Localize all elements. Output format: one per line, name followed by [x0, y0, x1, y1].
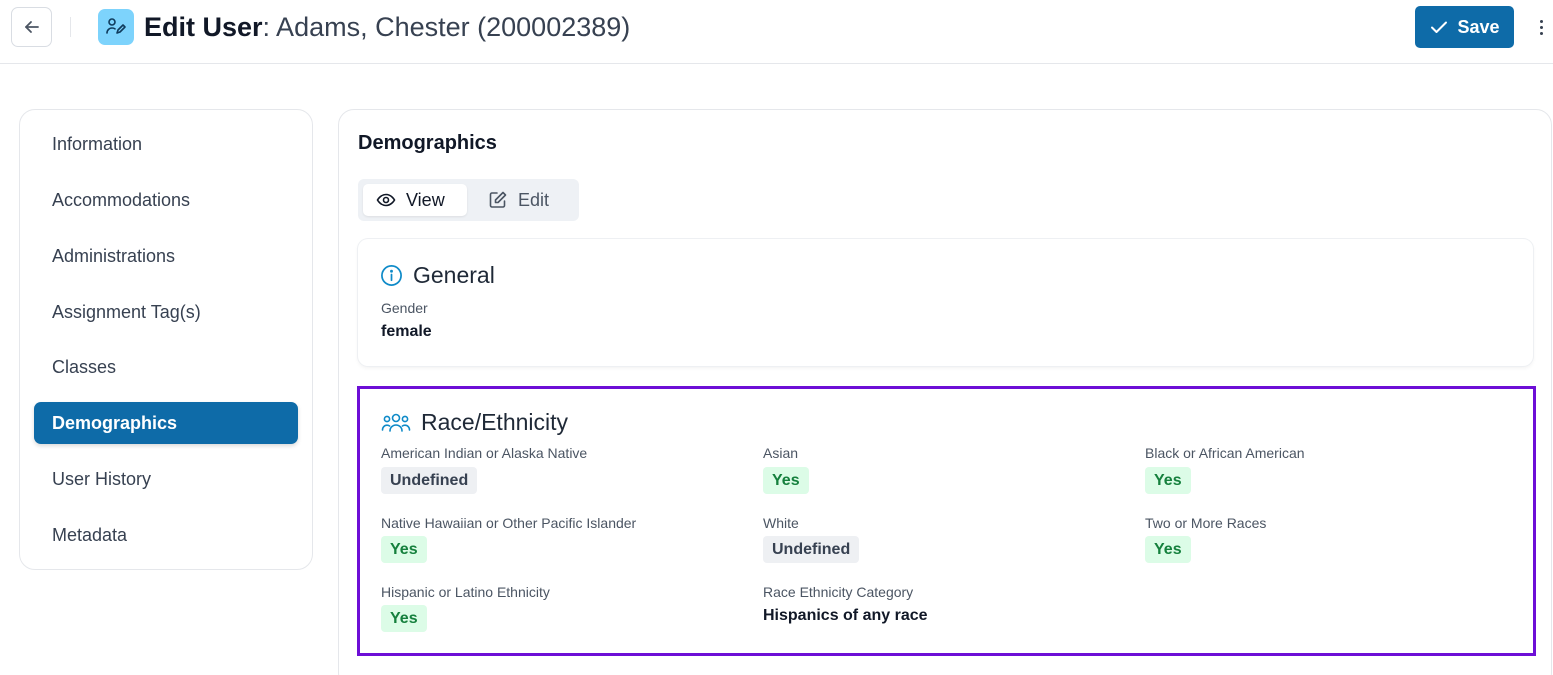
edit-toggle-label: Edit: [518, 189, 550, 210]
view-toggle-label: View: [406, 189, 445, 210]
sidebar-item-information[interactable]: Information: [34, 123, 298, 165]
race-ethnicity-category-value: Hispanics of any race: [763, 607, 928, 624]
sidebar-item-user-history[interactable]: User History: [34, 458, 298, 500]
black-african-american-badge: Yes: [1145, 467, 1191, 494]
race-ethnicity-heading: Race/Ethnicity: [381, 409, 568, 436]
page-title-action: Edit User: [144, 12, 263, 42]
eye-icon: [376, 193, 396, 207]
view-toggle-button[interactable]: View: [363, 184, 467, 216]
pencil-square-icon: [489, 191, 507, 208]
asian-label: Asian: [763, 445, 799, 461]
white-badge: Undefined: [763, 536, 860, 563]
users-icon: [381, 413, 411, 432]
hispanic-latino-badge: Yes: [381, 605, 427, 632]
native-hawaiian-label: Native Hawaiian or Other Pacific Islande…: [381, 515, 637, 531]
white-label: White: [763, 515, 799, 531]
more-options-icon[interactable]: [1532, 14, 1550, 40]
general-heading-label: General: [413, 262, 495, 288]
page-title: Edit User: Adams, Chester (200002389): [144, 10, 630, 44]
page-title-user: : Adams, Chester (200002389): [262, 12, 631, 42]
view-edit-toggle: View Edit: [358, 179, 579, 221]
gender-label: Gender: [381, 300, 428, 316]
sidebar-item-metadata[interactable]: Metadata: [34, 514, 298, 556]
sidebar-nav: Information Accommodations Administratio…: [19, 109, 313, 570]
check-icon: [1431, 21, 1448, 33]
page-header: Edit User: Adams, Chester (200002389) Sa…: [0, 0, 1553, 64]
sidebar-item-administrations[interactable]: Administrations: [34, 235, 298, 277]
general-heading: General: [380, 262, 495, 289]
native-hawaiian-badge: Yes: [381, 536, 427, 563]
save-button-label: Save: [1457, 16, 1500, 37]
black-african-american-label: Black or African American: [1145, 445, 1305, 461]
main-panel: Demographics View Edit General Gender fe…: [338, 109, 1552, 675]
save-button[interactable]: Save: [1415, 6, 1514, 48]
asian-badge: Yes: [763, 467, 809, 494]
gender-value: female: [381, 323, 432, 340]
two-or-more-races-badge: Yes: [1145, 536, 1191, 563]
header-divider: [70, 17, 71, 37]
edit-toggle-button[interactable]: Edit: [488, 184, 574, 216]
info-icon: [381, 265, 402, 286]
american-indian-badge: Undefined: [381, 467, 478, 494]
arrow-left-icon: [24, 21, 39, 33]
sidebar-item-accommodations[interactable]: Accommodations: [34, 179, 298, 221]
back-button[interactable]: [11, 7, 52, 47]
two-or-more-races-label: Two or More Races: [1145, 515, 1267, 531]
race-ethnicity-category-label: Race Ethnicity Category: [763, 584, 914, 600]
hispanic-latino-label: Hispanic or Latino Ethnicity: [381, 584, 550, 600]
general-card: General Gender female: [358, 239, 1533, 366]
sidebar-item-assignment-tags[interactable]: Assignment Tag(s): [34, 291, 298, 333]
sidebar-item-demographics[interactable]: Demographics: [34, 402, 298, 444]
sidebar-item-classes[interactable]: Classes: [34, 346, 298, 388]
race-ethnicity-heading-label: Race/Ethnicity: [421, 409, 569, 435]
race-ethnicity-card: Race/Ethnicity American Indian or Alaska…: [357, 386, 1536, 656]
american-indian-label: American Indian or Alaska Native: [381, 445, 588, 461]
section-title: Demographics: [358, 132, 497, 154]
edit-user-icon: [98, 9, 134, 45]
